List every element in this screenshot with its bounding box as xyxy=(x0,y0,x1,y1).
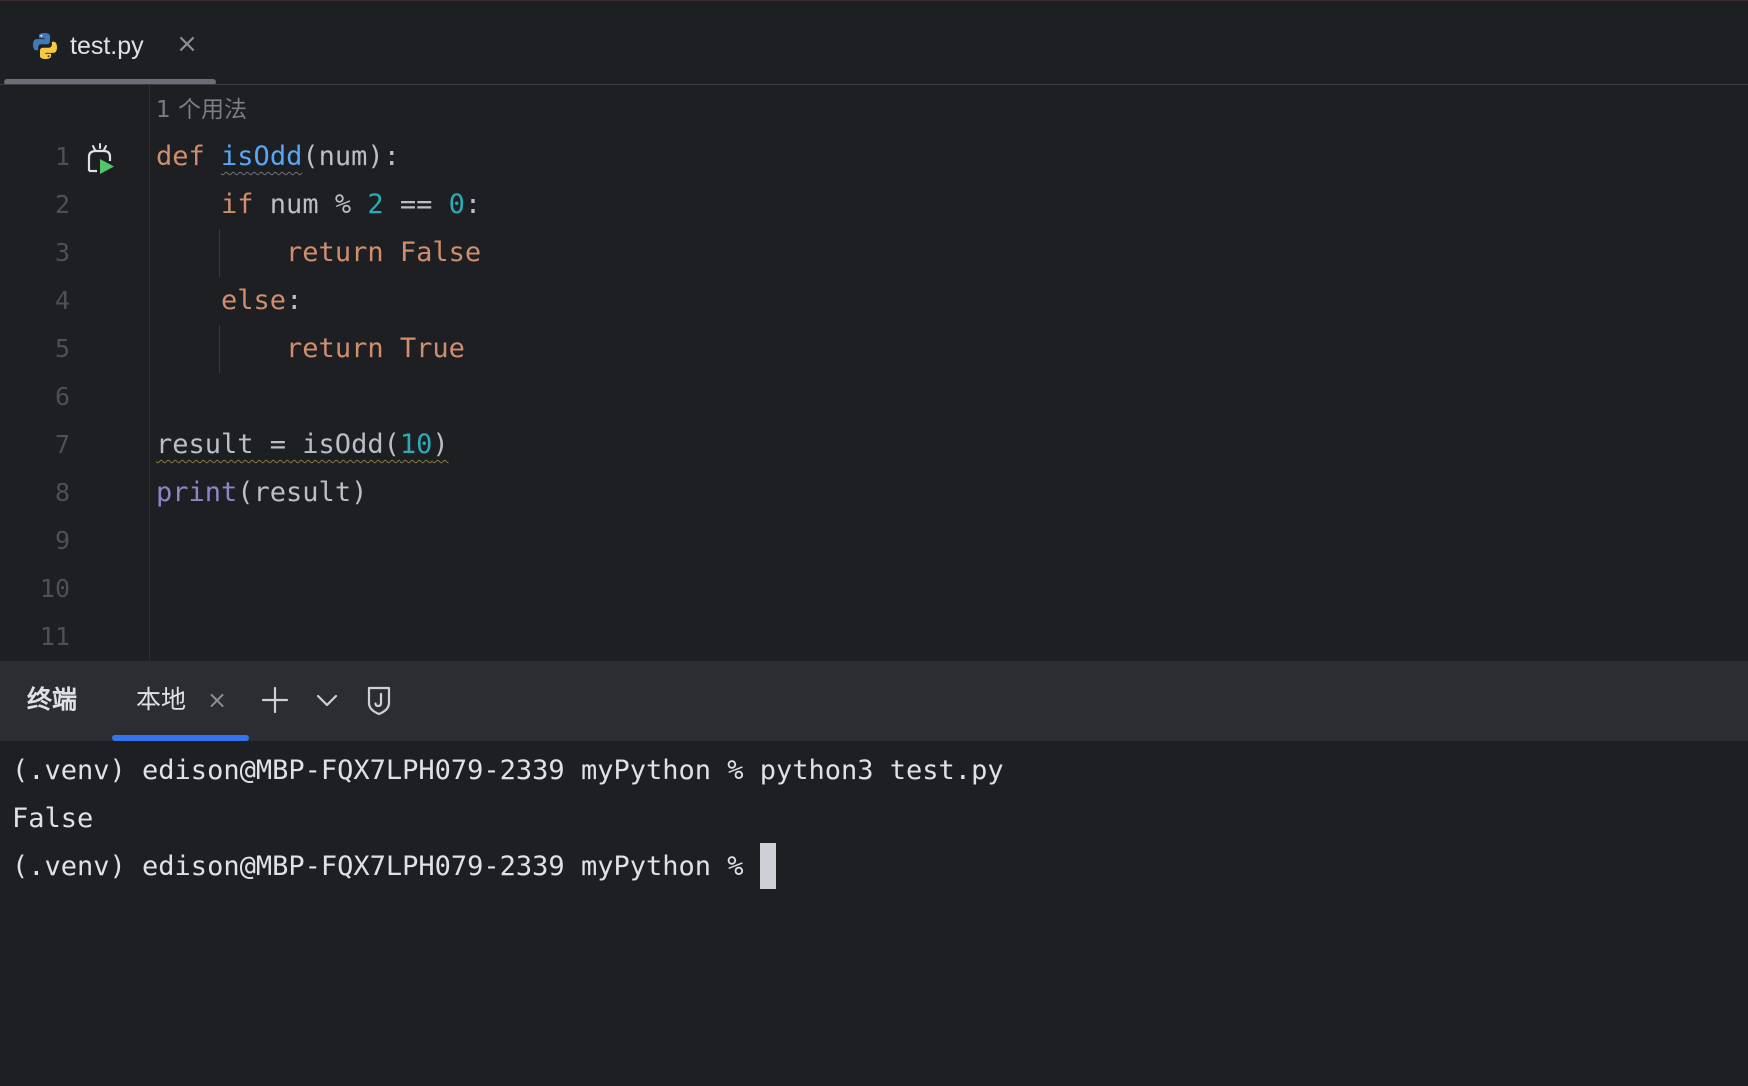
code-text: return False xyxy=(156,229,481,277)
code-segment: ) xyxy=(432,429,449,460)
terminal-line: (.venv) edison@MBP-FQX7LPH079-2339 myPyt… xyxy=(12,755,1004,786)
builtin-print: print xyxy=(156,477,238,508)
number-literal: 0 xyxy=(448,189,465,220)
terminal-header: 终端 本地 × xyxy=(0,661,1748,741)
line-number: 9 xyxy=(54,526,70,555)
code-line-2[interactable]: 2 if num % 2 == 0: xyxy=(0,181,1748,229)
terminal-line: False xyxy=(12,803,94,834)
close-tab-icon[interactable]: × xyxy=(174,31,200,57)
keyword-false: False xyxy=(399,237,482,268)
python-file-icon xyxy=(30,31,60,61)
tab-test-py[interactable]: test.py × xyxy=(4,1,216,85)
tab-filename: test.py xyxy=(70,32,144,60)
code-line-3[interactable]: 3 return False xyxy=(0,229,1748,277)
code-editor[interactable]: 1 个用法 1 def isOdd(num): 2 if num % 2 == … xyxy=(0,85,1748,661)
close-terminal-tab-icon[interactable]: × xyxy=(204,687,230,713)
terminal-title: 终端 xyxy=(27,685,78,714)
code-text: result = isOdd(10) xyxy=(156,421,449,469)
line-number: 5 xyxy=(54,334,70,363)
line-number: 3 xyxy=(54,238,70,267)
line-number: 4 xyxy=(54,286,70,315)
keyword-true: True xyxy=(399,333,465,364)
code-line-6[interactable]: 6 xyxy=(0,373,1748,421)
code-line-11[interactable]: 11 xyxy=(0,613,1748,661)
function-name[interactable]: isOdd xyxy=(221,141,302,172)
terminal-prompt-line[interactable]: (.venv) edison@MBP-FQX7LPH079-2339 myPyt… xyxy=(12,843,776,891)
line-number: 7 xyxy=(54,430,70,459)
code-segment: (result) xyxy=(237,477,368,508)
code-segment: result = isOdd( xyxy=(156,429,400,460)
line-number: 11 xyxy=(39,622,70,651)
code-text: if num % 2 == 0: xyxy=(156,181,481,229)
code-segment: : xyxy=(286,285,303,316)
usage-hint[interactable]: 1 个用法 xyxy=(156,95,247,125)
keyword-else: else xyxy=(221,285,287,316)
code-line-9[interactable]: 9 xyxy=(0,517,1748,565)
line-number: 10 xyxy=(39,574,70,603)
text-cursor xyxy=(759,843,776,889)
terminal-prompt: (.venv) edison@MBP-FQX7LPH079-2339 myPyt… xyxy=(12,851,760,882)
number-literal: 2 xyxy=(367,189,384,220)
keyword-return: return xyxy=(286,237,384,268)
code-rest: (num): xyxy=(302,141,400,172)
code-segment: == xyxy=(383,189,449,220)
code-line-10[interactable]: 10 xyxy=(0,565,1748,613)
code-line-4[interactable]: 4 else: xyxy=(0,277,1748,325)
code-text: else: xyxy=(156,277,302,325)
code-line-7[interactable]: 7 result = isOdd(10) xyxy=(0,421,1748,469)
code-line-1[interactable]: 1 def isOdd(num): xyxy=(0,133,1748,181)
code-text: print(result) xyxy=(156,469,367,517)
line-number: 8 xyxy=(54,478,70,507)
code-segment: : xyxy=(464,189,482,220)
keyword-def: def xyxy=(156,141,205,172)
code-line-8[interactable]: 8 print(result) xyxy=(0,469,1748,517)
terminal-tab-label: 本地 xyxy=(136,685,187,714)
code-text: return True xyxy=(156,325,465,373)
code-line-5[interactable]: 5 return True xyxy=(0,325,1748,373)
plus-icon[interactable] xyxy=(258,683,292,717)
shield-icon[interactable] xyxy=(362,683,396,717)
code-text: def isOdd(num): xyxy=(156,133,400,181)
keyword-if: if xyxy=(221,189,254,220)
tab-terminal-local[interactable]: 本地 × xyxy=(112,661,249,741)
terminal-output[interactable]: (.venv) edison@MBP-FQX7LPH079-2339 myPyt… xyxy=(0,741,1748,1086)
line-number: 6 xyxy=(54,382,70,411)
keyword-return: return xyxy=(286,333,384,364)
number-literal: 10 xyxy=(399,429,433,460)
line-number: 1 xyxy=(54,142,70,171)
line-number: 2 xyxy=(54,190,70,219)
code-segment: num % xyxy=(253,189,368,220)
chevron-down-icon[interactable] xyxy=(310,683,344,717)
editor-tab-bar: test.py × xyxy=(0,0,1748,86)
